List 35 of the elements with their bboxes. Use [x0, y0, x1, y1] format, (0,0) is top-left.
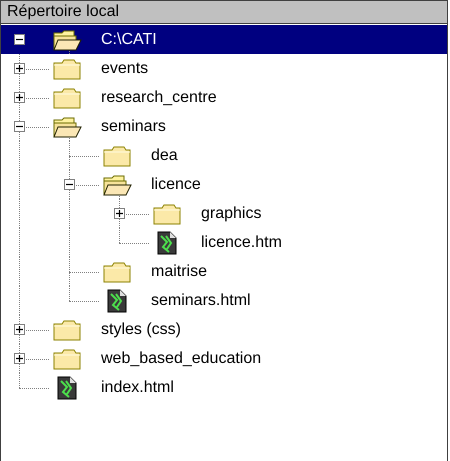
tree-item-label[interactable]: maitrise [151, 260, 208, 284]
folder-icon [152, 203, 182, 225]
tree-item-label[interactable]: events [101, 56, 148, 80]
open-folder-icon [52, 29, 82, 51]
tree-item-label[interactable]: seminars.html [151, 288, 251, 312]
folder-icon [102, 261, 132, 283]
folder-icon [102, 145, 132, 167]
tree-item-label[interactable]: graphics [201, 202, 262, 226]
folder-icon [52, 348, 82, 370]
folder-icon [52, 319, 82, 341]
html-file-icon [107, 289, 127, 313]
tree-item-label[interactable]: licence [151, 172, 201, 196]
open-folder-icon [102, 174, 132, 196]
expand-toggle[interactable] [14, 92, 25, 103]
tree-item-label[interactable]: styles (css) [101, 318, 181, 342]
collapse-toggle[interactable] [14, 34, 25, 45]
folder-icon [52, 87, 82, 109]
html-file-icon [57, 376, 77, 400]
expand-toggle[interactable] [114, 208, 125, 219]
tree-item-label[interactable]: dea [151, 144, 178, 168]
html-file-icon [157, 231, 177, 255]
tree-item-label[interactable]: licence.htm [201, 230, 282, 254]
folder-icon [52, 58, 82, 80]
expand-toggle[interactable] [14, 324, 25, 335]
tree-item-label[interactable]: index.html [101, 376, 174, 400]
collapse-toggle[interactable] [64, 179, 75, 190]
expand-toggle[interactable] [14, 63, 25, 74]
tree-item-label[interactable]: seminars [101, 114, 166, 138]
collapse-toggle[interactable] [14, 121, 25, 132]
tree-item-label[interactable]: web_based_education [101, 346, 262, 370]
tree-item-label[interactable]: C:\CATI [101, 28, 157, 52]
tree-item-label[interactable]: research_centre [101, 86, 217, 110]
panel-header: Répertoire local [1, 0, 447, 24]
expand-toggle[interactable] [14, 353, 25, 364]
open-folder-icon [52, 116, 82, 138]
